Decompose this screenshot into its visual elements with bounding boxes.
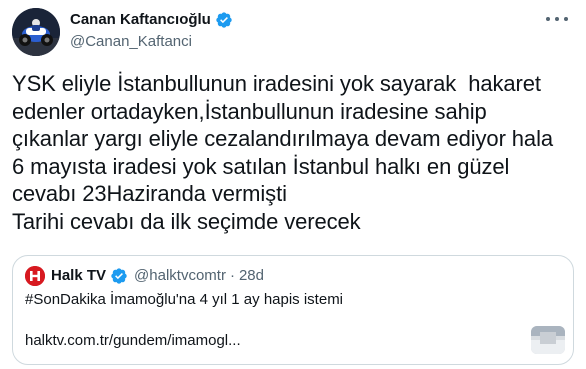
more-dot — [546, 17, 550, 21]
quoted-handle[interactable]: @halktvcomtr — [134, 266, 226, 286]
avatar[interactable] — [12, 8, 60, 56]
quoted-timestamp[interactable]: 28d — [239, 266, 264, 286]
more-dot — [555, 17, 559, 21]
separator-dot: · — [229, 267, 235, 284]
verified-badge-icon — [110, 267, 128, 285]
verified-badge-icon — [215, 11, 233, 29]
tweet-text: YSK eliyle İstanbullunun iradesini yok s… — [12, 71, 553, 234]
tweet-card[interactable]: Canan Kaftancıoğlu @Canan_Kaftanci YSK e… — [0, 0, 586, 369]
author-name-row: Canan Kaftancıoğlu — [70, 10, 233, 29]
quoted-account-name[interactable]: Halk TV — [51, 266, 106, 286]
quoted-tweet-text: #SonDakika İmamoğlu'na 4 yıl 1 ay hapis … — [25, 291, 344, 308]
more-dot — [564, 17, 568, 21]
author-name[interactable]: Canan Kaftancıoğlu — [70, 10, 211, 29]
more-horizontal-icon[interactable] — [546, 14, 568, 24]
avatar-motorcycle-image — [12, 8, 60, 56]
author-block: Canan Kaftancıoğlu @Canan_Kaftanci — [70, 10, 233, 51]
quoted-tweet[interactable]: Halk TV @halktvcomtr · 28d #SonDakika İm… — [12, 255, 574, 365]
author-handle[interactable]: @Canan_Kaftanci — [70, 32, 233, 51]
quoted-link[interactable]: halktv.com.tr/gundem/imamogl... — [25, 331, 241, 351]
halktv-logo-icon — [25, 266, 45, 286]
link-thumbnail-image[interactable] — [531, 326, 565, 354]
quoted-tweet-header: Halk TV @halktvcomtr · 28d — [25, 266, 264, 286]
